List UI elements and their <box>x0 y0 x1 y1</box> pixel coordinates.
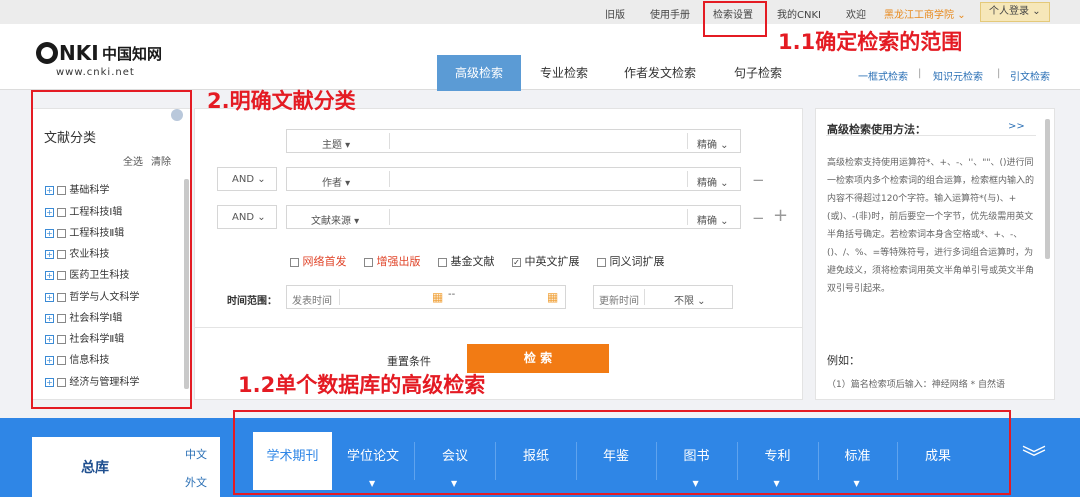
unlimited-select[interactable]: 不限 ⌄ <box>674 292 706 307</box>
annotation-label-category: 2.明确文献分类 <box>207 89 356 113</box>
publish-time-range: 发表时间 ▦ -- ▦ <box>286 285 566 309</box>
svg-text:NKI: NKI <box>59 41 99 65</box>
calendar-icon[interactable]: ▦ <box>432 290 443 304</box>
option-online-first[interactable]: 网络首发 <box>290 255 347 268</box>
welcome-text: 欢迎 <box>846 10 866 21</box>
calendar-icon[interactable]: ▦ <box>547 290 558 304</box>
help-panel: 高级检索使用方法： >> 高级检索支持使用运算符*、+、-、''、""、()进行… <box>815 108 1055 400</box>
option-enhanced[interactable]: 增强出版 <box>364 255 421 268</box>
help-body: 高级检索支持使用运算符*、+、-、''、""、()进行同一检索项内多个检索词的组… <box>827 158 1035 294</box>
my-cnki-link[interactable]: 我的CNKI <box>777 6 821 21</box>
chevron-down-icon: ⌄ <box>957 10 966 21</box>
tab-author[interactable]: 作者发文检索 <box>612 55 708 91</box>
match-select[interactable]: 精确 ⌄ <box>697 212 729 227</box>
option-synonym[interactable]: 同义词扩展 <box>597 255 665 268</box>
field-select[interactable]: 作者 ▾ <box>322 174 350 189</box>
scrollbar[interactable] <box>1045 119 1050 259</box>
remove-row-icon[interactable]: − <box>752 171 765 189</box>
add-row-icon[interactable]: + <box>773 205 788 226</box>
match-select[interactable]: 精确 ⌄ <box>697 136 729 151</box>
svg-text:中国知网: 中国知网 <box>102 45 162 63</box>
chinese-db-link[interactable]: 中文 <box>185 446 207 462</box>
search-form: 主题 ▾ 精确 ⌄ AND ⌄ 作者 ▾ 精确 ⌄ − AND ⌄ 文献来源 ▾… <box>194 108 803 400</box>
search-row-1: 主题 ▾ 精确 ⌄ <box>286 129 741 153</box>
update-time-select[interactable]: 更新时间 不限 ⌄ <box>593 285 733 309</box>
annotation-label-scope: 1.1确定检索的范围 <box>778 30 963 54</box>
annotation-box-settings <box>703 1 767 37</box>
citation-search-link[interactable]: 引文检索 <box>1010 68 1050 83</box>
basic-search-link[interactable]: 一框式检索 <box>858 68 908 83</box>
manual-link[interactable]: 使用手册 <box>650 6 690 21</box>
svg-text:www.cnki.net: www.cnki.net <box>56 67 135 78</box>
top-bar: 旧版 使用手册 检索设置 我的CNKI 欢迎 黑龙江工商学院 ⌄ 个人登录 ⌄ <box>0 0 1080 24</box>
annotation-box-databases <box>233 410 1011 495</box>
logo-mark-icon: NKI 中国知网 www.cnki.net <box>36 41 162 78</box>
chevron-down-icon[interactable]: ︾ <box>1022 446 1046 470</box>
search-row-2: 作者 ▾ 精确 ⌄ <box>286 167 741 191</box>
search-input[interactable] <box>393 208 681 226</box>
help-example: （1）篇名检索项后输入：神经网络 * 自然语 <box>827 380 1005 390</box>
old-version-link[interactable]: 旧版 <box>605 6 625 21</box>
help-more-link[interactable]: >> <box>1008 121 1025 132</box>
login-button[interactable]: 个人登录 ⌄ <box>980 2 1050 22</box>
time-range-label: 时间范围： <box>227 296 277 307</box>
search-input[interactable] <box>393 170 681 188</box>
annotation-label-database: 1.2单个数据库的高级检索 <box>238 373 486 397</box>
total-db-box: 总库 中文 外文 <box>32 437 220 497</box>
annotation-box-category <box>31 90 192 409</box>
remove-row-icon[interactable]: − <box>752 209 765 227</box>
publish-time-label: 发表时间 <box>292 296 332 307</box>
search-input[interactable] <box>393 132 681 150</box>
tab-advanced[interactable]: 高级检索 <box>437 55 521 91</box>
reset-button[interactable]: 重置条件 <box>387 353 431 369</box>
search-row-3: 文献来源 ▾ 精确 ⌄ <box>286 205 741 229</box>
date-separator: -- <box>448 289 456 300</box>
institution-link[interactable]: 黑龙江工商学院 ⌄ <box>884 6 966 21</box>
foreign-db-link[interactable]: 外文 <box>185 474 207 490</box>
logic-select[interactable]: AND ⌄ <box>217 205 277 229</box>
tab-sentence[interactable]: 句子检索 <box>718 55 798 91</box>
option-fund[interactable]: 基金文献 <box>438 255 495 268</box>
cnki-logo[interactable]: NKI 中国知网 www.cnki.net <box>34 38 194 78</box>
field-select[interactable]: 文献来源 ▾ <box>311 212 359 227</box>
help-example-label: 例如： <box>827 354 860 367</box>
field-select[interactable]: 主题 ▾ <box>322 136 350 151</box>
knowledge-search-link[interactable]: 知识元检索 <box>933 68 983 83</box>
total-db-button[interactable]: 总库 <box>81 457 109 477</box>
tab-professional[interactable]: 专业检索 <box>525 55 603 91</box>
option-list: 网络首发 增强出版 基金文献 ✓ 中英文扩展 同义词扩展 <box>290 253 665 269</box>
search-button[interactable]: 检 索 <box>467 344 609 373</box>
option-bilingual[interactable]: ✓ 中英文扩展 <box>512 255 580 268</box>
chevron-down-icon: ⌄ <box>1032 6 1041 17</box>
logic-select[interactable]: AND ⌄ <box>217 167 277 191</box>
match-select[interactable]: 精确 ⌄ <box>697 174 729 189</box>
